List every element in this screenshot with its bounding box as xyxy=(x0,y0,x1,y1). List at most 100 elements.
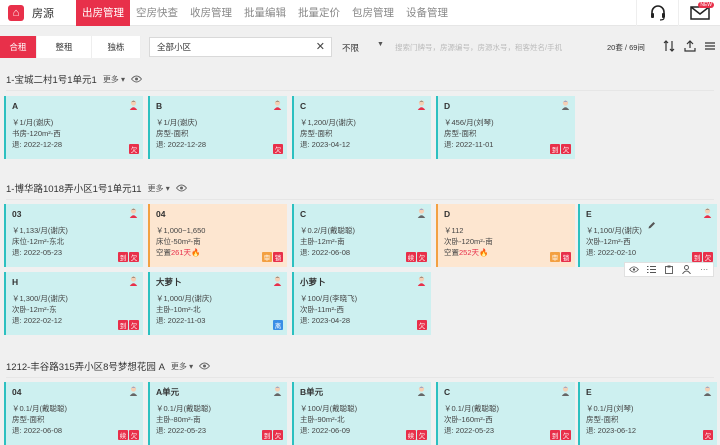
room-name: C xyxy=(300,101,307,111)
room-card[interactable]: C ￥1,200/月(谢庆) 房型-面积 退: 2023-04-12 xyxy=(292,96,431,159)
room-card[interactable]: B ￥1/月(谢庆) 房型-面积 退: 2022-12-28 欠 xyxy=(148,96,287,159)
tenant-avatar-icon xyxy=(703,208,712,218)
status-badge: 欠 xyxy=(129,252,139,262)
search-input[interactable]: 搜索门牌号，房源编号，房源水号，租客姓名/手机 xyxy=(395,42,595,53)
room-price: ￥1,200/月(谢庆) xyxy=(300,118,356,127)
room-type: 次卧-120m²-南 xyxy=(444,237,493,246)
message-button[interactable]: NEW xyxy=(678,0,720,26)
area-select[interactable]: 全部小区 ✕ xyxy=(149,37,332,57)
room-type: 主卧-10m²-北 xyxy=(156,305,201,314)
tenant-avatar-icon xyxy=(273,386,282,396)
room-name: H xyxy=(12,277,19,287)
rental-mode-switch: 合租 整租 独栋 xyxy=(0,36,141,58)
room-type: 床位-12m²-东北 xyxy=(12,237,65,246)
tenant-avatar-icon xyxy=(417,208,426,218)
status-badge: 欠 xyxy=(417,320,427,330)
more-dropdown[interactable]: 更多 ▾ xyxy=(103,74,125,85)
new-badge: NEW xyxy=(698,2,714,8)
tenant-avatar-icon xyxy=(129,276,138,286)
room-price: ￥100/月(李晓飞) xyxy=(300,294,358,303)
status-tags: 欠 xyxy=(128,144,139,154)
checkout-date: 退: 2022-12-28 xyxy=(156,140,207,149)
room-card[interactable]: H ￥1,300/月(谢庆) 次卧-12m²-东 退: 2022-02-12 到欠 xyxy=(4,272,143,335)
room-card[interactable]: E ￥0.1/月(刘琴) 房型-面积 退: 2023-06-12 欠 xyxy=(578,382,717,445)
upload-icon[interactable] xyxy=(682,38,698,54)
divider xyxy=(6,90,714,91)
status-tags: 审锁 xyxy=(261,252,283,262)
status-badge: 到 xyxy=(118,252,128,262)
group-header: 1212-丰谷路315弄小区8号梦想花园 A 更多 ▾ xyxy=(6,359,211,373)
room-card[interactable]: A单元 ￥0.1/月(戴聪聪) 主卧-80m²-南 退: 2022-05-23 到欠 xyxy=(148,382,287,445)
more-dropdown[interactable]: 更多 ▾ xyxy=(148,183,170,194)
room-card[interactable]: D ￥456/月(刘琴) 房型-面积 退: 2022-11-01 到欠 xyxy=(436,96,575,159)
room-type: 主卧-80m²-南 xyxy=(156,415,201,424)
group-header: 1-宝城二村1号1单元1 更多 ▾ xyxy=(6,72,143,86)
room-name: A单元 xyxy=(156,387,180,397)
more-dropdown[interactable]: 更多 ▾ xyxy=(171,361,193,372)
nav-tab[interactable]: 空房快查 xyxy=(130,0,184,26)
support-button[interactable] xyxy=(636,0,678,26)
view-icon[interactable] xyxy=(628,265,639,275)
nav-tab[interactable]: 设备管理 xyxy=(400,0,454,26)
brand-title: 房源 xyxy=(32,7,54,20)
limit-select[interactable]: 不限 xyxy=(342,42,359,54)
room-name: 03 xyxy=(12,209,22,219)
status-tags: 审锁 xyxy=(549,252,571,262)
room-price: ￥456/月(刘琴) xyxy=(444,118,494,127)
close-icon[interactable]: ✕ xyxy=(316,40,325,53)
room-card[interactable]: 04 ￥1,000~1,650 床位-50m²-南 空置261天🔥 审锁 xyxy=(148,204,287,267)
edit-icon[interactable] xyxy=(648,221,656,231)
status-badge: 欠 xyxy=(561,430,571,440)
more-icon[interactable]: ··· xyxy=(699,265,709,275)
room-card[interactable]: A ￥1/月(谢庆) 书房-120m²-西 退: 2022-12-28 欠 xyxy=(4,96,143,159)
eye-icon[interactable] xyxy=(175,184,187,192)
person-icon[interactable] xyxy=(682,265,692,275)
status-badge: 到 xyxy=(262,430,272,440)
mode-whole[interactable]: 整租 xyxy=(37,36,92,58)
caret-down-icon[interactable]: ▼ xyxy=(377,41,384,48)
room-card[interactable]: E ￥1,100/月(谢庆) 次卧-12m²-西 退: 2022-02-10 到欠 xyxy=(578,204,717,267)
room-card[interactable]: 03 ￥1,133/月(谢庆) 床位-12m²-东北 退: 2022-05-23 到欠 xyxy=(4,204,143,267)
room-card[interactable]: 大萝卜 ￥1,000/月(谢庆) 主卧-10m²-北 退: 2022-11-03 离 xyxy=(148,272,287,335)
room-price: ￥1,000~1,650 xyxy=(156,226,206,235)
clipboard-icon[interactable] xyxy=(664,265,674,275)
status-badge: 到 xyxy=(550,144,560,154)
room-card[interactable]: C ￥0.2/月(戴聪聪) 主卧-12m²-南 退: 2022-06-08 续欠 xyxy=(292,204,431,267)
status-badge: 欠 xyxy=(417,252,427,262)
room-name: B xyxy=(156,101,163,111)
nav-tab[interactable]: 包房管理 xyxy=(346,0,400,26)
list-icon[interactable] xyxy=(646,265,656,275)
status-badge: 到 xyxy=(118,320,128,330)
nav-tab[interactable]: 出房管理 xyxy=(76,0,130,26)
mode-shared[interactable]: 合租 xyxy=(0,36,37,58)
status-tags: 续欠 xyxy=(117,430,139,440)
status-badge: 续 xyxy=(118,430,128,440)
room-card[interactable]: D ￥112 次卧-120m²-南 空置252天🔥 审锁 xyxy=(436,204,575,267)
nav-tab[interactable]: 收房管理 xyxy=(184,0,238,26)
sort-icon[interactable] xyxy=(661,38,677,54)
mode-standalone[interactable]: 独栋 xyxy=(92,36,141,58)
room-type: 房型-面积 xyxy=(586,415,619,424)
brand[interactable]: ⌂ 房源 xyxy=(0,0,76,26)
room-card[interactable]: B单元 ￥100/月(戴聪聪) 主卧-90m²-北 退: 2022-06-09 续欠 xyxy=(292,382,431,445)
room-card[interactable]: 04 ￥0.1/月(戴聪聪) 房型-面积 退: 2022-06-08 续欠 xyxy=(4,382,143,445)
room-name: D xyxy=(444,101,451,111)
menu-icon[interactable] xyxy=(702,38,718,54)
nav-tab[interactable]: 批量定价 xyxy=(292,0,346,26)
room-name: 04 xyxy=(156,209,166,219)
eye-icon[interactable] xyxy=(199,362,211,370)
tenant-avatar-icon xyxy=(129,208,138,218)
status-badge: 欠 xyxy=(417,430,427,440)
nav-tab[interactable]: 批量编辑 xyxy=(238,0,292,26)
tenant-avatar-icon xyxy=(561,100,570,110)
toolbar: 合租 整租 独栋 全部小区 ✕ 不限 ▼ 搜索门牌号，房源编号，房源水号，租客姓… xyxy=(0,36,720,60)
status-tags: 续欠 xyxy=(405,430,427,440)
group-title: 1212-丰谷路315弄小区8号梦想花园 A xyxy=(6,362,165,373)
status-tags: 到欠 xyxy=(261,430,283,440)
room-name: 04 xyxy=(12,387,22,397)
room-card[interactable]: 小萝卜 ￥100/月(李晓飞) 次卧-11m²-西 退: 2023-04-28 欠 xyxy=(292,272,431,335)
card-action-bar: ··· xyxy=(624,262,714,277)
eye-icon[interactable] xyxy=(131,75,143,83)
room-card[interactable]: C ￥0.1/月(戴聪聪) 次卧-160m²-西 退: 2022-05-23 到欠 xyxy=(436,382,575,445)
checkout-date: 退: 2023-06-12 xyxy=(586,426,637,435)
